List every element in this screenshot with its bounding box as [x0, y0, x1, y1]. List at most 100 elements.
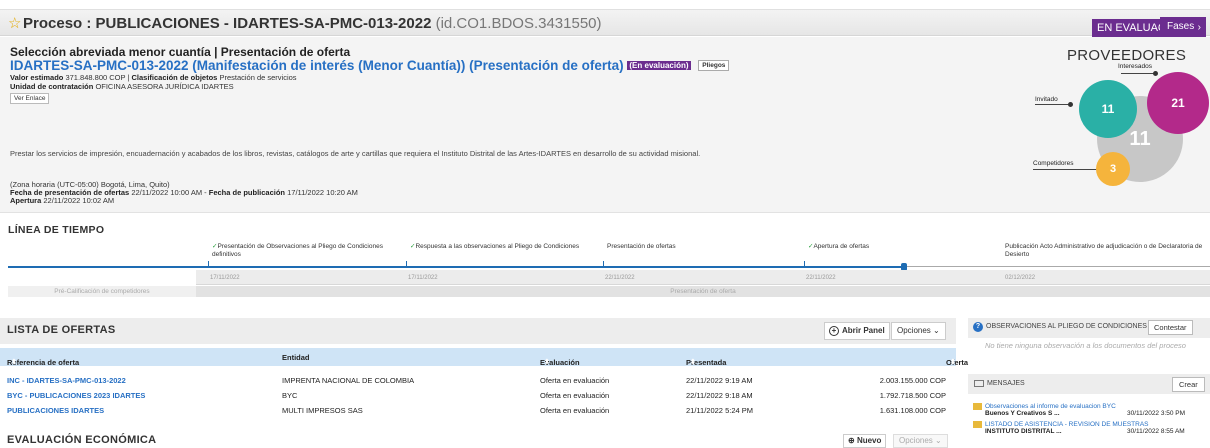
- competidores-bubble[interactable]: 3: [1096, 152, 1130, 186]
- offer-evaluacion: Oferta en evaluación: [540, 406, 610, 415]
- observaciones-title: OBSERVACIONES AL PLIEGO DE CONDICIONES: [986, 323, 1147, 330]
- timeline-title: LÍNEA DE TIEMPO: [8, 224, 105, 236]
- offer-presentada: 22/11/2022 9:19 AM: [686, 376, 753, 385]
- timeline-date: 02/12/2022: [1005, 275, 1036, 281]
- fases-label: Fases: [1167, 21, 1195, 32]
- process-title: Proceso : PUBLICACIONES - IDARTES-SA-PMC…: [23, 15, 602, 32]
- evaluacion-opciones-dropdown[interactable]: Opciones ⌄: [893, 434, 948, 448]
- offer-reference-link[interactable]: BYC - PUBLICACIONES 2023 IDARTES: [7, 391, 145, 400]
- clasificacion-label: Clasificación de objetos: [131, 73, 218, 82]
- message-sender: INSTITUTO DISTRITAL ...: [985, 428, 1062, 435]
- timeline-step-5: Publicación Acto Administrativo de adjud…: [1005, 243, 1205, 259]
- table-row[interactable]: INC - IDARTES-SA-PMC-013-2022 IMPRENTA N…: [0, 374, 956, 387]
- offer-entidad: MULTI IMPRESOS SAS: [282, 406, 363, 415]
- clasificacion-value: Prestación de servicios: [219, 73, 297, 82]
- contestar-button[interactable]: Contestar: [1148, 320, 1193, 335]
- envelope-icon: [974, 380, 984, 387]
- timeline-date: 22/11/2022: [806, 275, 836, 281]
- sort-icon[interactable]: ⬍: [544, 358, 550, 366]
- offer-entidad: BYC: [282, 391, 298, 400]
- observaciones-empty-text: No tiene ninguna observación a los docum…: [985, 341, 1186, 350]
- timeline-step-label: Presentación de Observaciones al Pliego …: [212, 243, 383, 258]
- offer-evaluacion: Oferta en evaluación: [540, 391, 610, 400]
- fases-button[interactable]: Fases ›: [1160, 17, 1206, 39]
- message-subject[interactable]: LISTADO DE ASISTENCIA - REVISION DE MUES…: [985, 421, 1149, 428]
- timeline-step-1: ✓Presentación de Observaciones al Pliego…: [212, 243, 397, 259]
- offer-presentada: 21/11/2022 5:24 PM: [686, 406, 753, 415]
- sort-icon[interactable]: ⬍: [11, 358, 17, 366]
- mensajes-title: MENSAJES: [987, 380, 1025, 387]
- invitado-bubble[interactable]: 11: [1079, 80, 1137, 138]
- interesados-label: Interesados: [1118, 63, 1152, 70]
- timeline-step-label: Presentación de ofertas: [607, 243, 676, 250]
- opciones-dropdown[interactable]: Opciones ⌄: [891, 322, 946, 340]
- offer-value: 2.003.155.000 COP: [879, 376, 946, 385]
- timeline-step-4: ✓Apertura de ofertas: [808, 243, 998, 251]
- envelope-icon: [973, 403, 982, 410]
- plus-circle-icon: +: [829, 326, 839, 336]
- offer-value: 1.631.108.000 COP: [879, 406, 946, 415]
- unidad-label: Unidad de contratación: [10, 82, 94, 91]
- message-date: 30/11/2022 3:50 PM: [1127, 410, 1186, 417]
- abrir-panel-button[interactable]: + Abrir Panel: [824, 322, 890, 340]
- table-row[interactable]: BYC - PUBLICACIONES 2023 IDARTES BYC Ofe…: [0, 389, 956, 402]
- process-description: Prestar los servicios de impresión, encu…: [10, 149, 701, 158]
- offer-evaluacion: Oferta en evaluación: [540, 376, 610, 385]
- timeline-step-3: Presentación de ofertas: [607, 243, 797, 251]
- timeline-tick: [603, 261, 604, 267]
- nuevo-button[interactable]: ⊕ Nuevo: [843, 434, 887, 448]
- interesados-connector: [1121, 73, 1155, 74]
- crear-button[interactable]: Crear: [1172, 377, 1205, 392]
- timeline-date: 22/11/2022: [605, 275, 635, 281]
- process-main-title-text: IDARTES-SA-PMC-013-2022 (Manifestación d…: [10, 58, 624, 73]
- table-row[interactable]: PUBLICACIONES IDARTES MULTI IMPRESOS SAS…: [0, 404, 956, 417]
- help-icon: ?: [973, 322, 983, 332]
- unidad-line: Unidad de contratación OFICINA ASESORA J…: [10, 82, 234, 91]
- evaluacion-economica-title: EVALUACIÓN ECONÓMICA: [7, 434, 157, 446]
- offer-presentada: 22/11/2022 9:18 AM: [686, 391, 753, 400]
- timeline-tick: [208, 261, 209, 267]
- sort-icon[interactable]: ⬍: [950, 358, 956, 366]
- sort-icon[interactable]: ⬍: [690, 358, 696, 366]
- competidores-label: Competidores: [1033, 160, 1074, 167]
- offer-reference-link[interactable]: INC - IDARTES-SA-PMC-013-2022: [7, 376, 126, 385]
- envelope-icon: [973, 421, 982, 428]
- offer-value: 1.792.718.500 COP: [879, 391, 946, 400]
- timeline-step-label: Publicación Acto Administrativo de adjud…: [1005, 243, 1203, 258]
- apertura-label: Apertura: [10, 196, 42, 205]
- proveedores-title: PROVEEDORES: [1067, 47, 1187, 64]
- timeline-dates-bar: [196, 270, 1210, 285]
- process-title-text: Proceso : PUBLICACIONES - IDARTES-SA-PMC…: [23, 15, 432, 32]
- timeline-tick: [804, 261, 805, 267]
- apertura-line: Apertura 22/11/2022 10:02 AM: [10, 196, 114, 205]
- fecha-publicacion-label: Fecha de publicación: [208, 188, 286, 197]
- pliegos-button[interactable]: Pliegos: [698, 60, 730, 71]
- opciones-label: Opciones: [897, 326, 931, 335]
- prequalification-band: Pré-Calificación de competidores: [8, 286, 196, 297]
- process-header: ☆ Proceso : PUBLICACIONES - IDARTES-SA-P…: [0, 9, 1210, 39]
- valor-label: Valor estimado: [10, 73, 64, 82]
- ver-enlace-button[interactable]: Ver Enlace: [10, 93, 50, 104]
- offers-table-header: Referencia de oferta ⬍ Entidad Evaluación…: [0, 348, 968, 367]
- column-header-label: Referencia de oferta: [7, 358, 80, 367]
- offers-panel-header: LISTA DE OFERTAS + Abrir Panel Opciones ⌄: [0, 318, 956, 344]
- timeline-date: 17/11/2022: [210, 275, 240, 281]
- invitado-connector: [1035, 104, 1070, 105]
- message-subject[interactable]: Observaciones al informe de evaluacion B…: [985, 403, 1116, 410]
- apertura-value: 22/11/2022 10:02 AM: [43, 196, 115, 205]
- fecha-publicacion-value: 17/11/2022 10:20 AM: [287, 188, 358, 197]
- abrir-panel-label: Abrir Panel: [842, 326, 885, 335]
- timeline-progress-line: [8, 266, 904, 268]
- offer-reference-link[interactable]: PUBLICACIONES IDARTES: [7, 406, 104, 415]
- offers-title: LISTA DE OFERTAS: [7, 324, 116, 336]
- status-pill: (En evaluación): [627, 61, 691, 70]
- offer-presentation-band: Presentación de oferta: [196, 286, 1210, 297]
- column-header-entidad[interactable]: Entidad: [282, 353, 310, 362]
- competidores-connector: [1033, 169, 1101, 170]
- interesados-bubble[interactable]: 21: [1147, 72, 1209, 134]
- modality-title: Selección abreviada menor cuantía | Pres…: [10, 45, 351, 59]
- chevron-down-icon: ⌄: [933, 326, 940, 335]
- favorite-star-icon[interactable]: ☆: [8, 14, 21, 32]
- process-summary: Selección abreviada menor cuantía | Pres…: [0, 37, 1210, 213]
- timeline-step-label: Apertura de ofertas: [813, 243, 870, 250]
